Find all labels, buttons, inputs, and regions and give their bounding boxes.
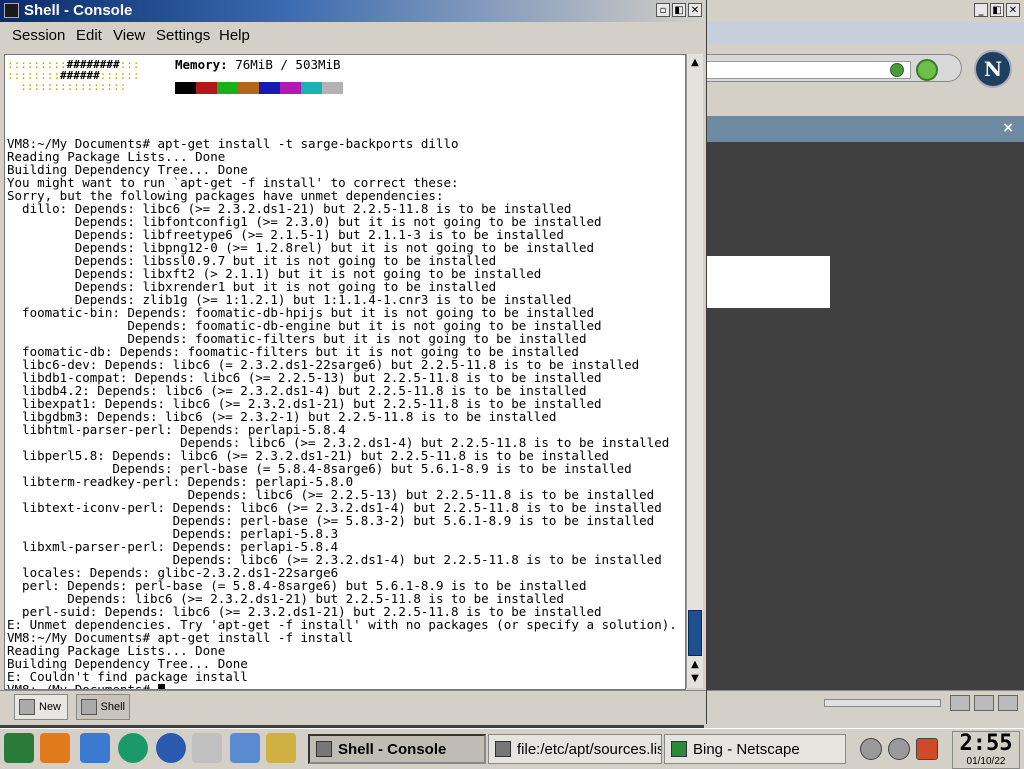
- netscape-icon: [671, 741, 687, 757]
- package-icon[interactable]: [80, 733, 110, 763]
- palette-swatch: [280, 82, 301, 94]
- close-button[interactable]: ✕: [688, 3, 702, 17]
- terminal-scrollbar[interactable]: ▲ ▲ ▼: [686, 54, 703, 688]
- menu-edit[interactable]: Edit: [76, 27, 102, 44]
- url-bar[interactable]: [704, 54, 962, 82]
- progress-bar: [824, 699, 941, 707]
- user-icon[interactable]: [888, 738, 910, 760]
- new-session-button[interactable]: New: [14, 694, 68, 720]
- session-tab-bar: New Shell: [0, 690, 706, 725]
- window-title: Shell - Console: [24, 2, 133, 19]
- menu-bar: Session Edit View Settings Help: [0, 24, 706, 52]
- palette-swatch: [238, 82, 259, 94]
- palette-swatch: [196, 82, 217, 94]
- color-palette: [175, 82, 343, 94]
- maximize-button[interactable]: ◧: [672, 3, 686, 17]
- memory-label: Memory:: [175, 57, 228, 72]
- scroll-up-arrow-icon[interactable]: ▲: [688, 56, 702, 70]
- terminal-icon[interactable]: [4, 3, 19, 18]
- palette-swatch: [301, 82, 322, 94]
- console-titlebar[interactable]: Shell - Console ▫ ◧ ✕: [0, 0, 706, 22]
- scroll-up-arrow-icon[interactable]: ▲: [688, 658, 702, 672]
- netscape-window: _ ◧ ✕ N ×: [704, 0, 1024, 729]
- task-sources-label: file:/etc/apt/sources.list: [517, 740, 662, 758]
- netscape-toolbar: [704, 22, 1024, 44]
- taskbar: Shell - Console file:/etc/apt/sources.li…: [0, 728, 1024, 769]
- palette-swatch: [322, 82, 343, 94]
- browser-icon[interactable]: [156, 733, 186, 763]
- power-icon[interactable]: [916, 738, 938, 760]
- system-tray: [856, 732, 954, 766]
- home-icon[interactable]: [40, 733, 70, 763]
- editor-icon[interactable]: [266, 733, 296, 763]
- url-input[interactable]: [704, 61, 911, 79]
- menu-settings[interactable]: Settings: [156, 27, 210, 44]
- menu-view[interactable]: View: [113, 27, 145, 44]
- task-console-label: Shell - Console: [338, 740, 447, 758]
- memory-value: 76MiB / 503MiB: [227, 57, 341, 72]
- text-editor-icon: [495, 741, 511, 757]
- console-window: Shell - Console ▫ ◧ ✕ Session Edit View …: [0, 0, 707, 725]
- minimize-button[interactable]: ▫: [656, 3, 670, 17]
- close-button[interactable]: ✕: [1006, 3, 1020, 17]
- terminal-output: VM8:~/My Documents# apt-get install -t s…: [7, 124, 677, 689]
- volume-icon[interactable]: [860, 738, 882, 760]
- minimize-button[interactable]: _: [974, 3, 988, 17]
- clock-date: 01/10/22: [966, 756, 1006, 767]
- task-netscape-label: Bing - Netscape: [693, 740, 800, 758]
- memory-readout: Memory: 76MiB / 503MiB: [175, 57, 341, 72]
- new-session-label: New: [39, 701, 62, 713]
- page-content-box: [704, 256, 830, 308]
- menu-session[interactable]: Session: [12, 27, 65, 44]
- offline-icon[interactable]: [998, 695, 1018, 711]
- shell-icon: [81, 699, 97, 715]
- close-tab-icon[interactable]: ×: [1002, 120, 1014, 136]
- maximize-button[interactable]: ◧: [990, 3, 1004, 17]
- task-netscape[interactable]: Bing - Netscape: [664, 734, 846, 764]
- browser-status-bar: [704, 690, 1024, 729]
- task-sources-list[interactable]: file:/etc/apt/sources.list: [488, 734, 662, 764]
- palette-swatch: [259, 82, 280, 94]
- clock[interactable]: 2:55 01/10/22: [952, 731, 1020, 769]
- scroll-down-arrow-icon[interactable]: ▼: [688, 672, 702, 686]
- connection-icon: [950, 695, 970, 711]
- terminal-area[interactable]: :::::::::::::::::::: :::::::::######## :…: [4, 54, 686, 690]
- scrollbar-thumb[interactable]: [688, 610, 702, 656]
- tab-shell[interactable]: Shell: [76, 694, 130, 720]
- palette-swatch: [175, 82, 196, 94]
- new-session-icon: [19, 699, 35, 715]
- netscape-logo-icon: N: [974, 50, 1012, 88]
- menu-help[interactable]: Help: [219, 27, 250, 44]
- personal-toolbar: [704, 90, 1024, 114]
- palette-swatch: [217, 82, 238, 94]
- netscape-titlebar[interactable]: _ ◧ ✕: [704, 0, 1024, 23]
- tab-shell-label: Shell: [100, 701, 125, 713]
- go-icon[interactable]: [890, 63, 904, 77]
- run-icon[interactable]: [118, 733, 148, 763]
- clock-time: 2:55: [959, 731, 1013, 756]
- start-menu-icon[interactable]: [4, 733, 34, 763]
- browser-page: [704, 142, 1024, 690]
- search-icon[interactable]: [916, 59, 938, 81]
- task-console[interactable]: Shell - Console: [308, 734, 486, 764]
- browser-tab-strip: ×: [704, 116, 1024, 142]
- terminal-icon: [316, 741, 332, 757]
- printer-icon[interactable]: [192, 733, 222, 763]
- security-icon[interactable]: [974, 695, 994, 711]
- network-icon[interactable]: [230, 733, 260, 763]
